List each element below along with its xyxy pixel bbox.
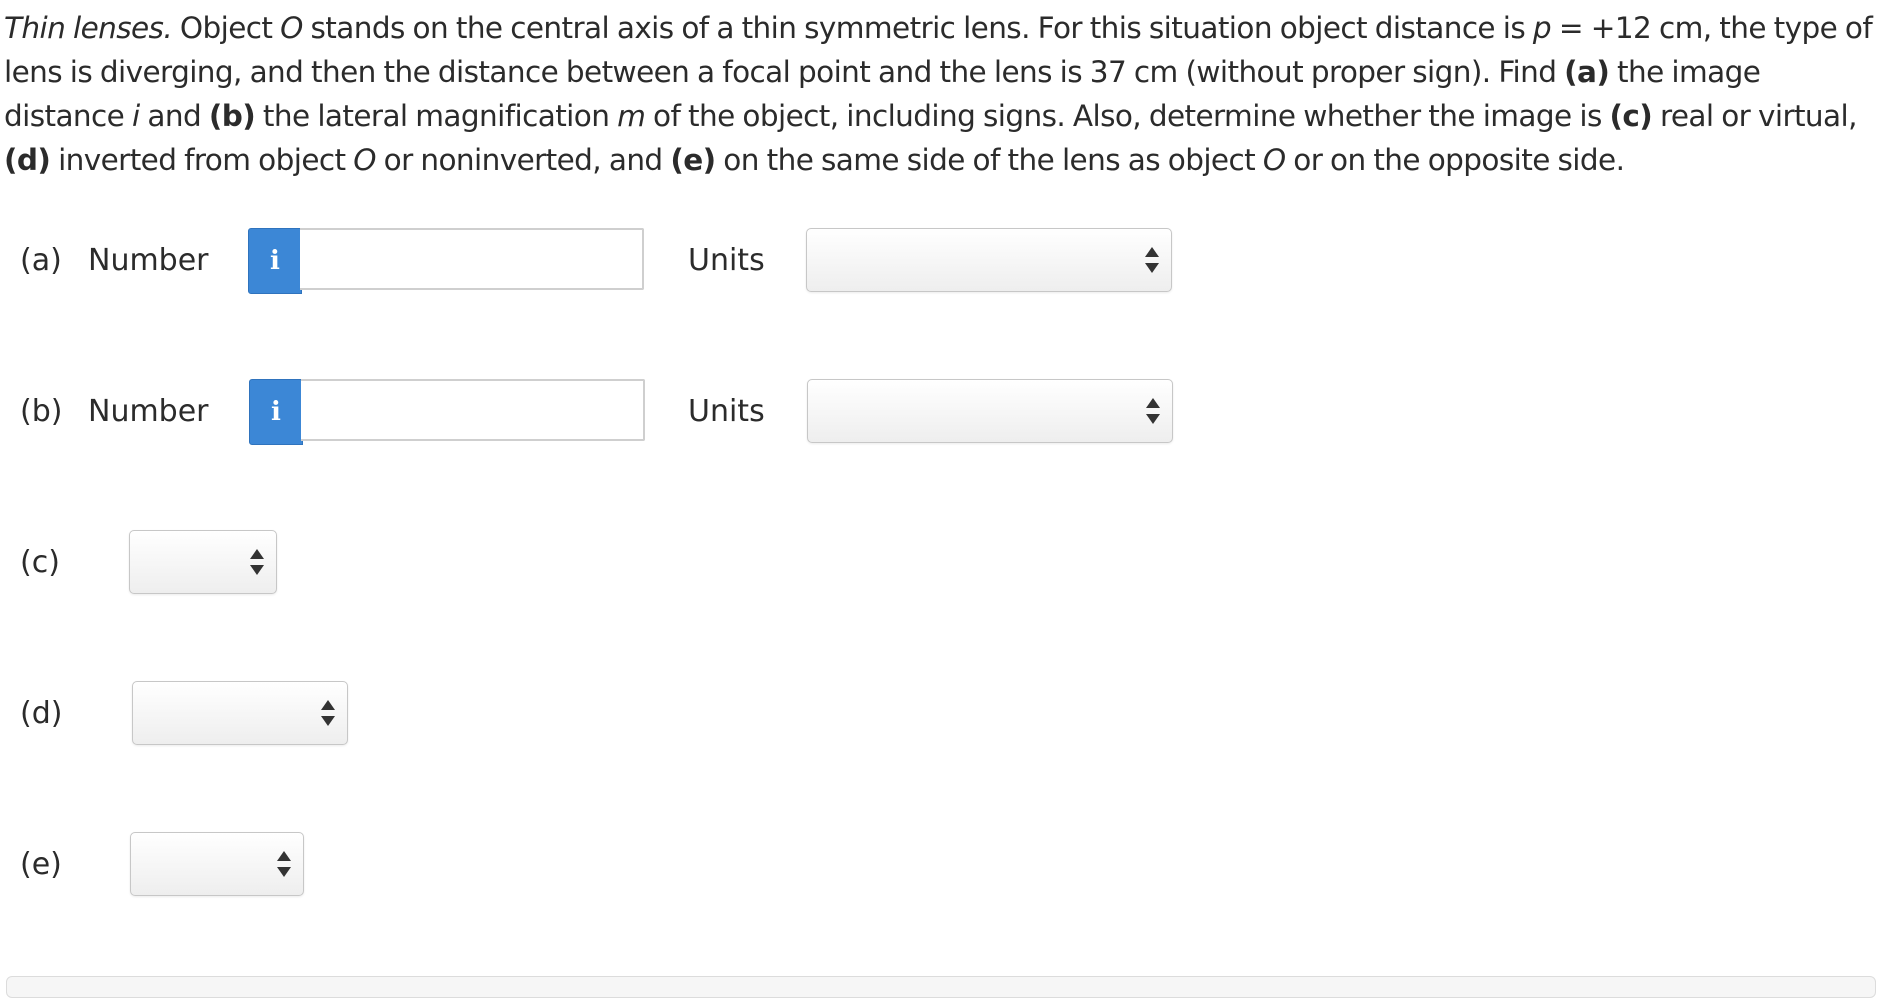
problem-text: on the same side of the lens as object bbox=[715, 143, 1263, 177]
problem-text: or noninverted, and bbox=[375, 143, 671, 177]
up-down-arrows-icon bbox=[1145, 247, 1159, 273]
up-down-arrows-icon bbox=[1146, 398, 1160, 424]
part-label-e: (e) bbox=[20, 847, 62, 882]
problem-text: or on the opposite side. bbox=[1285, 143, 1625, 177]
problem-var: O bbox=[353, 143, 376, 177]
problem-text: and bbox=[139, 99, 209, 133]
info-icon[interactable]: i bbox=[248, 228, 302, 294]
problem-text: stands on the central axis of a thin sym… bbox=[302, 11, 1533, 45]
problem-text: inverted from object bbox=[50, 143, 354, 177]
problem-statement: Thin lenses. Object O stands on the cent… bbox=[4, 6, 1880, 182]
part-label-d: (d) bbox=[20, 696, 63, 731]
units-select-a[interactable] bbox=[806, 228, 1172, 292]
part-label-c: (c) bbox=[20, 545, 60, 580]
problem-text: the lateral magnification bbox=[255, 99, 618, 133]
info-icon[interactable]: i bbox=[249, 379, 303, 445]
up-down-arrows-icon bbox=[321, 700, 335, 726]
number-label-b: Number bbox=[88, 394, 209, 429]
problem-text: Object bbox=[172, 11, 281, 45]
problem-text: real or virtual, bbox=[1652, 99, 1858, 133]
problem-var: O bbox=[280, 11, 303, 45]
up-down-arrows-icon bbox=[277, 851, 291, 877]
problem-var: m bbox=[617, 99, 646, 133]
number-label-a: Number bbox=[88, 243, 209, 278]
problem-var: i bbox=[131, 99, 140, 133]
problem-part-ref: (c) bbox=[1609, 99, 1653, 133]
problem-part-ref: (e) bbox=[670, 143, 716, 177]
problem-var: p bbox=[1532, 11, 1552, 45]
part-label-a: (a) bbox=[20, 243, 62, 278]
problem-part-ref: (d) bbox=[4, 143, 51, 177]
number-input-a[interactable] bbox=[300, 228, 644, 290]
problem-var: O bbox=[1262, 143, 1286, 177]
problem-part-ref: (b) bbox=[208, 99, 256, 133]
part-label-b: (b) bbox=[20, 394, 63, 429]
problem-text: of the object, including signs. Also, de… bbox=[645, 99, 1610, 133]
units-select-b[interactable] bbox=[807, 379, 1173, 443]
select-c[interactable] bbox=[129, 530, 277, 594]
bottom-panel bbox=[6, 976, 1876, 998]
problem-part-ref: (a) bbox=[1564, 55, 1610, 89]
problem-title: Thin lenses. bbox=[4, 11, 173, 45]
select-d[interactable] bbox=[132, 681, 348, 745]
units-label-a: Units bbox=[688, 243, 765, 278]
up-down-arrows-icon bbox=[250, 549, 264, 575]
select-e[interactable] bbox=[130, 832, 304, 896]
units-label-b: Units bbox=[688, 394, 765, 429]
number-input-b[interactable] bbox=[301, 379, 645, 441]
